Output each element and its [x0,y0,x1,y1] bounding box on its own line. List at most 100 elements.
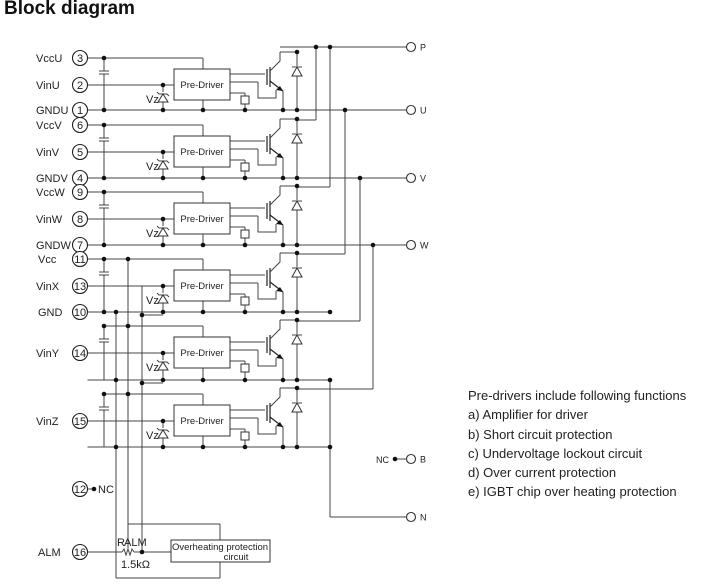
junction-dot [160,149,166,155]
freewheel-diode-icon [291,333,303,345]
junction-dot [160,444,166,450]
pin-number: 9 [77,187,83,199]
sense-resistor-icon [240,162,250,172]
pin-number: 10 [74,307,86,319]
junction-dot [113,444,119,450]
junction-dot [327,377,333,383]
junction-dot [200,175,206,181]
sense-resistor-icon [240,229,250,239]
junction-dot [160,350,166,356]
junction-dot [342,107,348,113]
junction-dot [101,323,107,329]
pin-number: 3 [77,53,83,65]
sense-resistor-icon [240,431,250,441]
zener-label: Vz [146,228,159,240]
zener-diode-icon [157,160,169,170]
junction-dot [101,309,107,315]
terminal-nc-label: NC [376,455,389,465]
pin-number: 1 [77,105,83,117]
junction-dot [242,377,248,383]
notes-heading: Pre-drivers include following functions [468,388,687,403]
pin-label: VinU [36,80,60,92]
junction-dot [294,377,300,383]
junction-dot [101,107,107,113]
junction-dot [294,444,300,450]
junction-dot [357,175,363,181]
junction-dot [242,107,248,113]
terminal-n [405,511,417,523]
pin-label: GNDV [36,173,68,185]
pre-driver-label: Pre-Driver [180,80,223,91]
pin-number: 11 [74,254,85,266]
zener-label: Vz [146,430,159,442]
junction-dot [125,256,131,262]
pin-label: ALM [38,547,61,559]
pin-label: VinW [36,214,63,226]
pin-number: 4 [77,173,83,185]
zener-diode-icon [157,294,169,304]
junction-dot [160,418,166,424]
junction-dot [160,175,166,181]
junction-dot [125,323,131,329]
pin-label: VccW [36,187,65,199]
zener-label: Vz [146,362,159,374]
junction-dot [294,49,300,55]
junction-dot [101,391,107,397]
pre-driver-label: Pre-Driver [180,214,223,225]
junction-dot [280,309,286,315]
zener-diode-icon [157,93,169,103]
junction-dot [200,444,206,450]
junction-dot [280,242,286,248]
junction-dot [294,385,300,391]
junction-dot [125,391,131,397]
junction-dot [160,283,166,289]
junction-dot [294,242,300,248]
notes-item: b) Short circuit protection [468,426,613,442]
junction-dot [113,309,119,315]
pin-number: 2 [77,80,83,92]
junction-dot [294,107,300,113]
pin-label: GNDW [36,240,71,252]
freewheel-diode-icon [291,199,303,211]
sense-resistor-icon [240,95,250,105]
wire [269,253,281,273]
junction-dot [160,107,166,113]
junction-dot [327,309,333,315]
junction-dot [370,242,376,248]
terminal-u [405,104,417,116]
overheat-label-line2: circuit [224,552,249,563]
terminal-label: U [420,106,427,116]
junction-dot [101,242,107,248]
junction-dot [327,44,333,50]
junction-dot [139,312,145,318]
junction-dot [113,377,119,383]
junction-dot [101,189,107,195]
pre-driver-label: Pre-Driver [180,348,223,359]
wire [269,320,281,340]
zener-label: Vz [146,94,159,106]
pin-label: VinY [36,348,60,360]
pin-label: NC [98,484,114,496]
zener-label: Vz [146,295,159,307]
terminal-label: V [420,174,426,184]
pin-label: Vcc [38,254,57,266]
junction-dot [200,242,206,248]
junction-dot [160,309,166,315]
junction-dot [294,250,300,256]
junction-dot [160,216,166,222]
pin-number: 13 [74,281,86,293]
notes-item: d) Over current protection [468,465,617,481]
zener-label: Vz [146,161,159,173]
pin-label: VinZ [36,416,59,428]
wire [269,52,281,72]
wire [269,388,281,408]
pin-label: VccU [36,53,62,65]
pin-number: 6 [77,120,83,132]
junction-dot [280,175,286,181]
junction-dot [294,317,300,323]
resistor-subscript: ALM [124,537,147,549]
wire [121,547,135,557]
junction-dot [242,309,248,315]
terminal-b [405,453,417,465]
junction-dot [294,175,300,181]
